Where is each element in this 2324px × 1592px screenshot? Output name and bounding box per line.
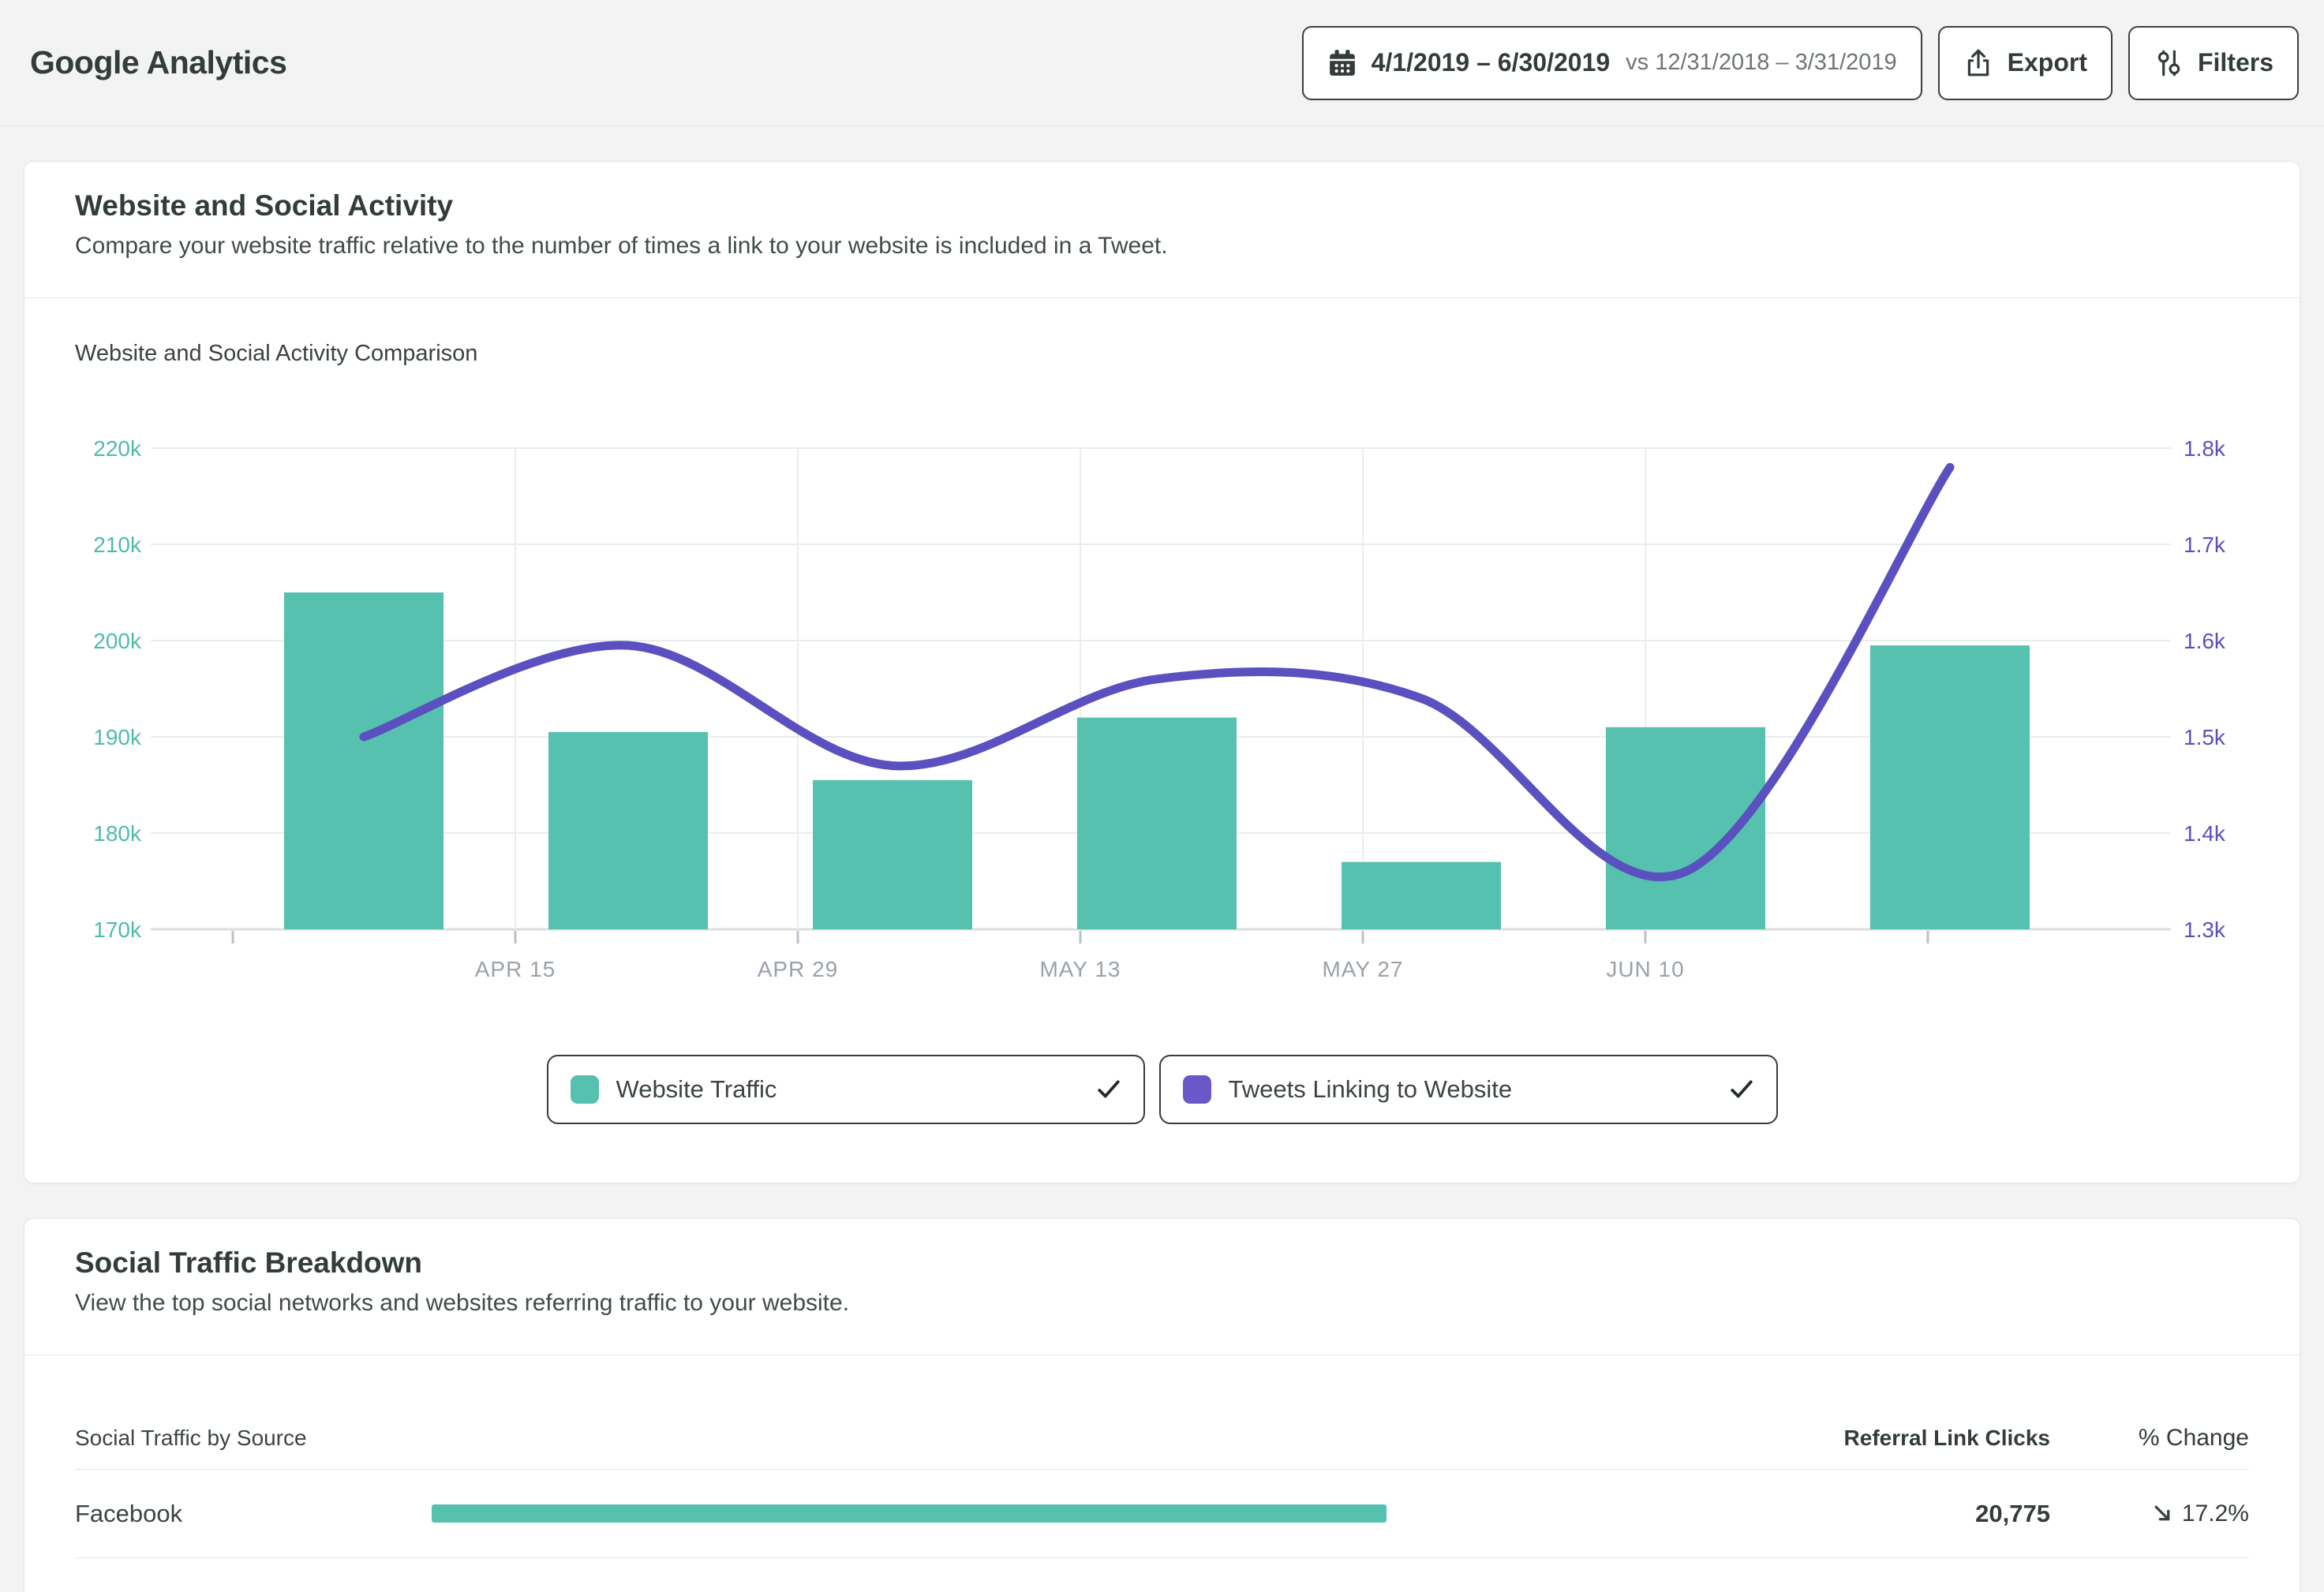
page-title: Google Analytics [30, 44, 286, 81]
filters-icon [2154, 48, 2184, 78]
table-row: Twitter 4,402 19.6% [75, 1557, 2249, 1592]
legend-website-traffic[interactable]: Website Traffic [547, 1055, 1145, 1124]
website-card-description: Compare your website traffic relative to… [75, 231, 2249, 261]
svg-text:200k: 200k [93, 629, 142, 653]
svg-text:APR 15: APR 15 [475, 957, 556, 981]
trend-down-icon [2150, 1501, 2175, 1526]
svg-text:MAY 13: MAY 13 [1039, 957, 1121, 981]
calendar-icon [1327, 48, 1357, 78]
change-value: 17.2% [2182, 1500, 2249, 1527]
legend-tweets-linking[interactable]: Tweets Linking to Website [1159, 1055, 1778, 1124]
svg-text:180k: 180k [93, 821, 142, 846]
website-card-head: Website and Social Activity Compare your… [24, 162, 2300, 297]
svg-text:JUN 10: JUN 10 [1606, 957, 1684, 981]
svg-text:190k: 190k [93, 725, 142, 749]
website-traffic-swatch [571, 1075, 599, 1104]
date-compare-label: vs 12/31/2018 – 3/31/2019 [1626, 50, 1896, 76]
export-icon [1963, 48, 1993, 78]
clicks-column-header: Referral Link Clicks [1387, 1426, 2050, 1451]
clicks-value: 4,402 [1387, 1588, 2050, 1592]
export-button[interactable]: Export [1938, 26, 2113, 100]
svg-text:1.5k: 1.5k [2184, 725, 2226, 749]
table-body: Facebook 20,775 17.2% [75, 1469, 2249, 1592]
social-card-title: Social Traffic Breakdown [75, 1246, 2249, 1280]
source-label: Twitter [75, 1588, 432, 1592]
legend-label: Tweets Linking to Website [1229, 1075, 1513, 1104]
header-actions: 4/1/2019 – 6/30/2019 vs 12/31/2018 – 3/3… [1302, 26, 2299, 100]
clicks-value: 20,775 [1387, 1500, 2050, 1528]
social-card-description: View the top social networks and website… [75, 1288, 2249, 1318]
tweets-swatch [1183, 1075, 1211, 1104]
date-range-button[interactable]: 4/1/2019 – 6/30/2019 vs 12/31/2018 – 3/3… [1302, 26, 1922, 100]
website-social-activity-card: Website and Social Activity Compare your… [24, 161, 2300, 1183]
app-header: Google Analytics 4/1/2019 – 6/30/2019 vs… [0, 0, 2324, 126]
website-card-title: Website and Social Activity [75, 189, 2249, 223]
export-label: Export [2008, 48, 2087, 77]
svg-text:170k: 170k [93, 917, 142, 942]
svg-text:1.8k: 1.8k [2184, 436, 2226, 461]
svg-text:1.7k: 1.7k [2184, 533, 2226, 557]
referral-bar-track [432, 1504, 1387, 1523]
table-header-row: Social Traffic by Source Referral Link C… [75, 1355, 2249, 1469]
table-row: Facebook 20,775 17.2% [75, 1469, 2249, 1557]
main-content: Website and Social Activity Compare your… [0, 126, 2324, 1592]
chart-section: Website and Social Activity Comparison 2… [24, 298, 2300, 1183]
svg-text:1.3k: 1.3k [2184, 917, 2226, 942]
chart-title: Website and Social Activity Comparison [75, 339, 2249, 368]
referral-bar-fill [432, 1504, 1387, 1523]
filters-label: Filters [2198, 48, 2273, 77]
svg-text:1.4k: 1.4k [2184, 821, 2226, 846]
social-traffic-table: Social Traffic by Source Referral Link C… [24, 1355, 2300, 1592]
legend-label: Website Traffic [616, 1075, 777, 1104]
filters-button[interactable]: Filters [2128, 26, 2299, 100]
svg-text:210k: 210k [93, 533, 142, 557]
svg-text:220k: 220k [93, 436, 142, 461]
change-value: 19.6% [2182, 1589, 2249, 1592]
social-traffic-breakdown-card: Social Traffic Breakdown View the top so… [24, 1218, 2300, 1592]
source-label: Facebook [75, 1500, 432, 1528]
svg-text:MAY 27: MAY 27 [1322, 957, 1403, 981]
check-icon [1729, 1077, 1754, 1102]
svg-text:APR 29: APR 29 [758, 957, 839, 981]
combo-chart-svg: 220k 1.8k 210k 1.7k 200k 1.6k 190k 1.5k 180k 1.4k… [75, 380, 2250, 1011]
svg-text:1.6k: 1.6k [2184, 629, 2226, 653]
change-column-header: % Change [2050, 1425, 2249, 1452]
social-card-head: Social Traffic Breakdown View the top so… [24, 1219, 2300, 1355]
source-column-header: Social Traffic by Source [75, 1426, 432, 1451]
chart-legend: Website Traffic Tweets Linking to Websit… [75, 1055, 2249, 1124]
date-range-label: 4/1/2019 – 6/30/2019 [1372, 48, 1611, 77]
check-icon [1096, 1077, 1121, 1102]
